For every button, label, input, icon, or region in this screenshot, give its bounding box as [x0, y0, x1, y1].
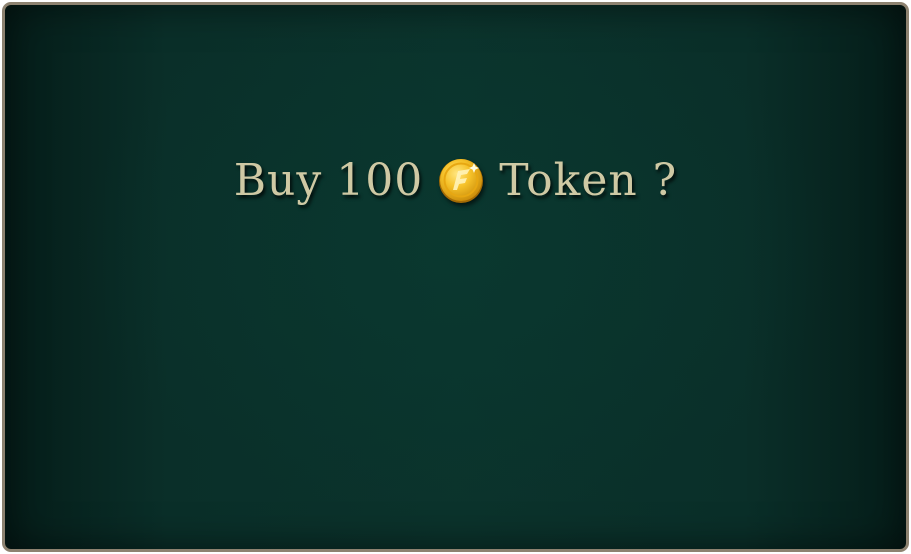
buy-label: Buy — [233, 154, 323, 206]
currency-label: Token ? — [499, 154, 678, 206]
token-amount: 100 — [336, 154, 424, 206]
purchase-confirm-dialog: Buy 100 Token ? — [2, 2, 909, 552]
gold-token-coin-icon — [439, 159, 484, 203]
purchase-prompt: Buy 100 Token ? — [5, 145, 906, 215]
